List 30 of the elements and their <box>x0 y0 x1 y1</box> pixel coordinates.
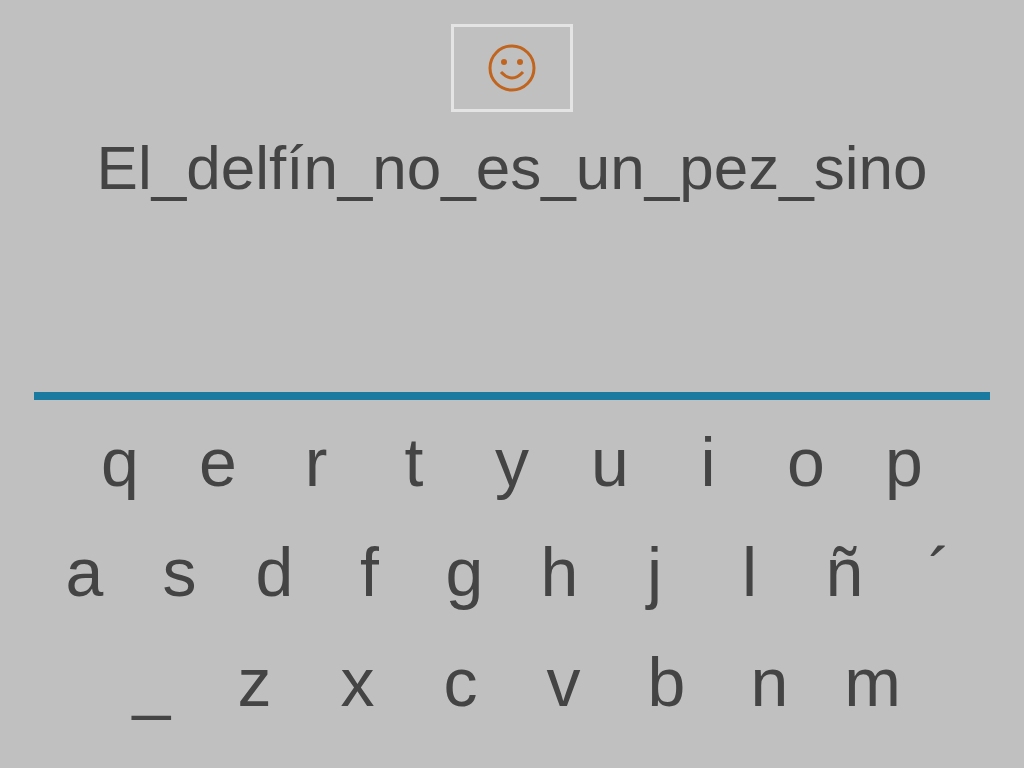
smiley-icon <box>486 42 538 94</box>
letter-key[interactable]: x <box>308 642 407 723</box>
letter-key[interactable]: l <box>704 532 795 613</box>
letter-key[interactable]: y <box>465 422 559 503</box>
letter-key[interactable]: v <box>514 642 613 723</box>
letter-key[interactable]: h <box>514 532 605 613</box>
letter-key[interactable]: o <box>759 422 853 503</box>
letter-key[interactable]: u <box>563 422 657 503</box>
letter-key[interactable]: c <box>411 642 510 723</box>
letter-key[interactable]: z <box>205 642 304 723</box>
letter-key[interactable]: n <box>720 642 819 723</box>
letter-key[interactable]: ñ <box>799 532 890 613</box>
letter-key[interactable]: f <box>324 532 415 613</box>
letter-key[interactable]: q <box>73 422 167 503</box>
letter-key[interactable]: ´ <box>894 532 985 613</box>
letter-key[interactable]: p <box>857 422 951 503</box>
letter-key[interactable]: i <box>661 422 755 503</box>
letter-key[interactable]: e <box>171 422 265 503</box>
letter-key[interactable]: s <box>134 532 225 613</box>
letter-key[interactable]: g <box>419 532 510 613</box>
letter-key[interactable]: m <box>823 642 922 723</box>
letter-key[interactable]: b <box>617 642 716 723</box>
letter-key[interactable]: _ <box>102 642 201 723</box>
sentence-text: El_delfín_no_es_un_pez_sino <box>95 134 929 203</box>
letter-key[interactable]: t <box>367 422 461 503</box>
letter-key[interactable]: j <box>609 532 700 613</box>
smiley-button[interactable] <box>451 24 573 112</box>
letter-key[interactable]: r <box>269 422 363 503</box>
letter-key[interactable]: d <box>229 532 320 613</box>
letter-key[interactable]: a <box>39 532 130 613</box>
